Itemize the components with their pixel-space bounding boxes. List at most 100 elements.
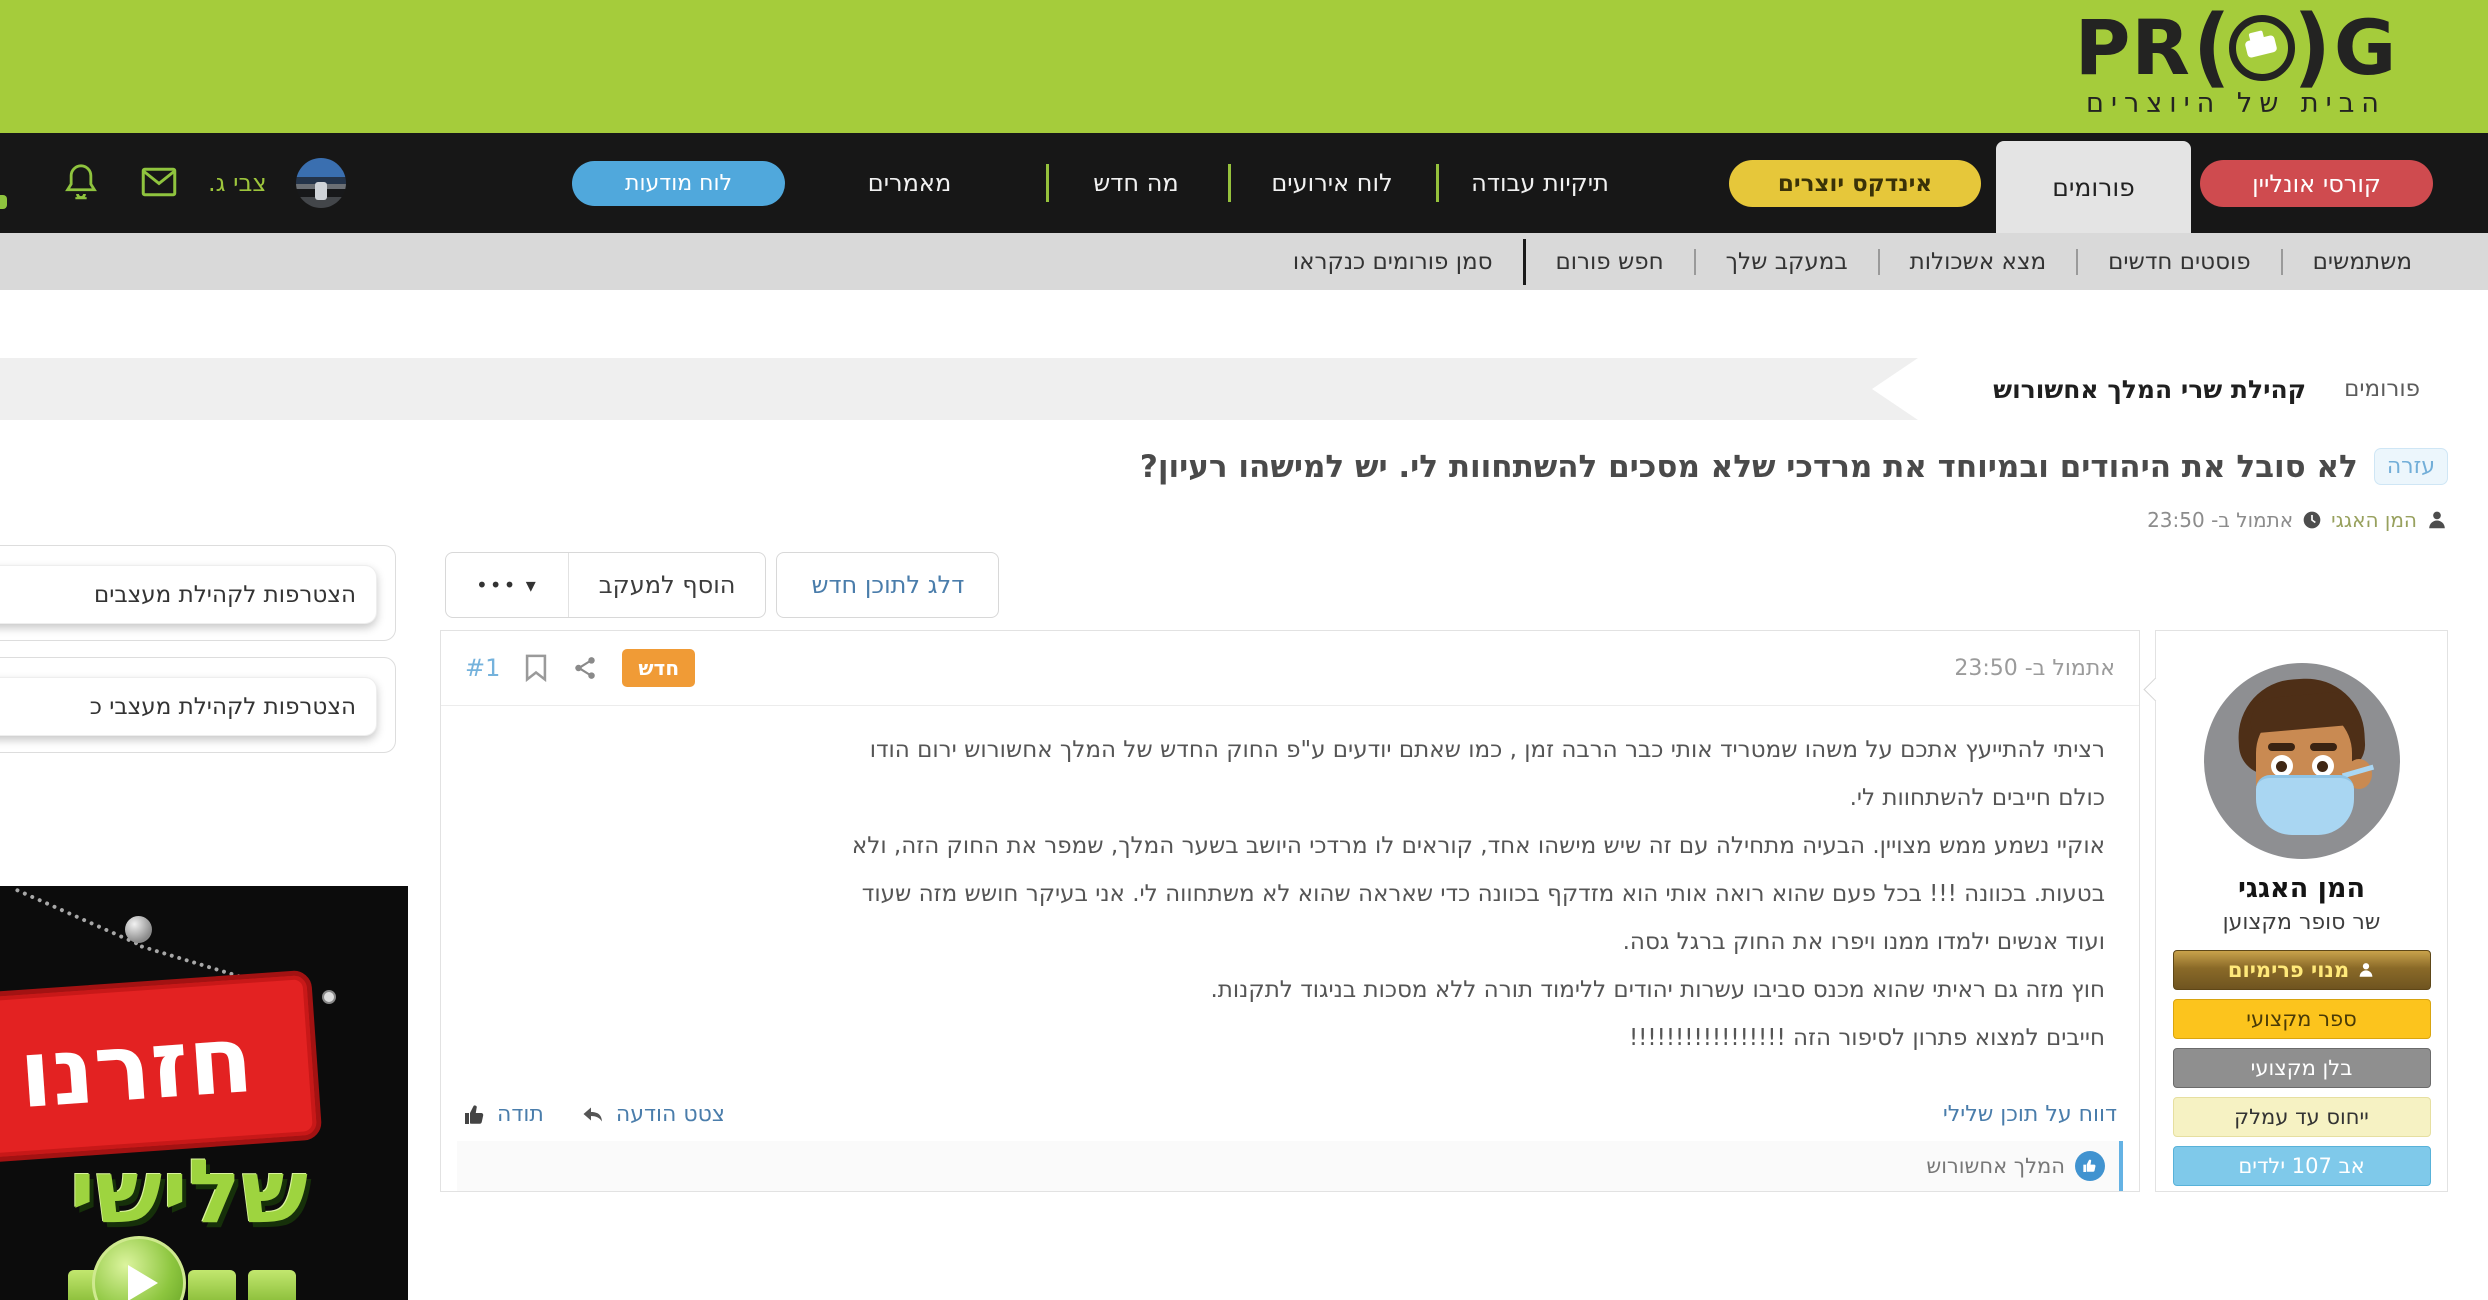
thread-posted-time: אתמול ב- 23:50 xyxy=(2147,508,2293,532)
nav-separator xyxy=(1436,164,1439,202)
subnav-separator xyxy=(2076,249,2078,275)
person-icon xyxy=(2426,509,2448,531)
thread-actions: ••• ▾ הוסף למעקב דלג לתוכן חדש xyxy=(445,552,999,618)
badge-label: ספר מקצועי xyxy=(2246,1007,2356,1031)
post-card: #1 חדש אתמול ב- 23:50 רציתי להתייעץ אתכם… xyxy=(440,630,2140,1192)
bookmark-icon[interactable] xyxy=(524,654,548,682)
nav-bulletin-board-button[interactable]: לוח מודעות xyxy=(572,161,785,206)
join-designers-community-button-2[interactable]: הצטרפות לקהילת מעצבי כ xyxy=(0,677,377,736)
subnav-separator xyxy=(2281,249,2283,275)
prog-logo-wordmark: PR()G xyxy=(2036,8,2436,88)
report-content-link[interactable]: דווח על תוכן שלילי xyxy=(1943,1102,2117,1127)
breadcrumb-forums-link[interactable]: פורומים xyxy=(2344,376,2420,402)
quote-message-link[interactable]: צטט הודעה xyxy=(616,1102,725,1127)
subnav-mark-forums-read[interactable]: סמן פורומים כנקראו xyxy=(1263,249,1523,275)
subnav-new-posts[interactable]: פוסטים חדשים xyxy=(2078,249,2280,275)
badge-father-of-107: אב 107 ילדים xyxy=(2173,1146,2431,1186)
main-navbar: קורסי אונליין פורומים אינדקס יוצרים תיקי… xyxy=(0,133,2488,233)
notifications-bell-icon[interactable] xyxy=(64,163,98,201)
thread-byline: המן האגגי אתמול ב- 23:50 xyxy=(2147,508,2448,532)
author-role: שר סופר מקצוען xyxy=(2223,910,2381,935)
author-panel: המן האגגי שר סופר מקצוען מנוי פרימיום ספ… xyxy=(2155,630,2448,1192)
subnav-separator xyxy=(1694,249,1696,275)
join-designers-community-button[interactable]: הצטרפות לקהילת מעצבים xyxy=(0,565,377,624)
nav-online-courses-button[interactable]: קורסי אונליין xyxy=(2200,160,2433,207)
reaction-bar: המלך אחשורוש xyxy=(457,1141,2123,1191)
messages-icon[interactable] xyxy=(141,167,177,197)
ad-green-word: שלישי xyxy=(69,1140,308,1243)
thread-author-link[interactable]: המן האגגי xyxy=(2331,508,2417,532)
join-community-card: הצטרפות לקהילת מעצבי כ xyxy=(0,657,396,753)
new-post-badge: חדש xyxy=(622,649,695,687)
nav-articles[interactable]: מאמרים xyxy=(852,133,967,233)
site-header: PR()G הבית של היוצרים xyxy=(0,0,2488,133)
chain-ball xyxy=(125,916,152,943)
dots-icon: ••• xyxy=(476,573,517,597)
author-name[interactable]: המן האגגי xyxy=(2238,873,2365,904)
ad-cut-text xyxy=(248,1270,296,1300)
post-body-text: רציתי להתייעץ אתכם על משהו שמטריד אותי כ… xyxy=(441,706,2139,1102)
badge-label: אב 107 ילדים xyxy=(2238,1154,2364,1178)
badge-label: ייחוס עד עמלק xyxy=(2234,1105,2369,1129)
badge-label: בלן מקצועי xyxy=(2251,1056,2353,1080)
ad-banner-video[interactable]: חזרנו שלישי xyxy=(0,886,408,1300)
quote-reply-icon[interactable] xyxy=(580,1103,606,1127)
subnav-separator-strong xyxy=(1523,239,1526,285)
share-icon[interactable] xyxy=(572,655,598,681)
help-tag-badge[interactable]: עזרה xyxy=(2374,448,2448,485)
skip-to-new-content-button[interactable]: דלג לתוכן חדש xyxy=(776,552,999,618)
thumbs-up-icon[interactable] xyxy=(463,1103,487,1127)
forum-page: { "header": { "logo_pr": "PR", "logo_g":… xyxy=(0,0,2488,1300)
logo-tagline: הבית של היוצרים xyxy=(2036,88,2436,119)
like-reaction-icon[interactable] xyxy=(2075,1151,2105,1181)
subnav-members[interactable]: משתמשים xyxy=(2283,249,2442,275)
badge-premium-member: מנוי פרימיום xyxy=(2173,950,2431,990)
subnav-separator xyxy=(1878,249,1880,275)
post-time: אתמול ב- 23:50 xyxy=(1954,656,2115,681)
nav-whats-new[interactable]: מה חדש xyxy=(1076,133,1196,233)
more-options-button[interactable]: ••• ▾ xyxy=(446,553,568,617)
subnav-your-follows[interactable]: במעקב שלך xyxy=(1696,249,1878,275)
post-footer: דווח על תוכן שלילי תודה צטט הודעה xyxy=(441,1102,2139,1127)
badge-label: מנוי פרימיום xyxy=(2228,958,2349,982)
nav-tab-forums-active[interactable]: פורומים xyxy=(1996,141,2191,233)
nav-separator xyxy=(1228,164,1231,202)
member-icon xyxy=(2357,961,2375,979)
author-avatar-masked-man[interactable] xyxy=(2204,663,2400,859)
piano-key-icon xyxy=(2229,15,2295,81)
chain-icon xyxy=(15,888,139,946)
nav-creators-index-button[interactable]: אינדקס יוצרים xyxy=(1729,160,1981,207)
post-header: #1 חדש אתמול ב- 23:50 xyxy=(441,631,2139,706)
nav-work-folders[interactable]: תיקיות עבודה xyxy=(1460,133,1620,233)
edge-cut-icon xyxy=(0,195,7,209)
follow-thread-button[interactable]: הוסף למעקב xyxy=(568,553,766,617)
post-number-link[interactable]: #1 xyxy=(465,654,500,682)
ad-cut-text xyxy=(188,1270,236,1300)
join-community-card: הצטרפות לקהילת מעצבים xyxy=(0,545,396,641)
thread-title: לא סובל את היהודים ובמיוחד את מרדכי שלא … xyxy=(1140,449,2358,485)
post-footer-actions: תודה צטט הודעה xyxy=(463,1102,725,1127)
play-button-icon[interactable] xyxy=(92,1236,186,1300)
logo-text-pr: PR xyxy=(2075,8,2191,88)
ad-hanging-sign: חזרנו xyxy=(0,970,322,1165)
thread-actions-group: ••• ▾ הוסף למעקב xyxy=(445,552,766,618)
thanks-link[interactable]: תודה xyxy=(497,1102,544,1127)
forum-toolbar: משתמשים פוסטים חדשים מצא אשכולות במעקב ש… xyxy=(0,233,2488,290)
logo-paren-close: ) xyxy=(2293,6,2331,90)
breadcrumb: פורומים קהילת שרי המלך אחשורוש xyxy=(1872,358,2448,420)
sign-screw xyxy=(322,990,336,1004)
prog-logo[interactable]: PR()G הבית של היוצרים xyxy=(2036,8,2436,119)
thread-title-row: עזרה לא סובל את היהודים ובמיוחד את מרדכי… xyxy=(1140,448,2448,485)
nav-separator xyxy=(1046,164,1049,202)
logo-text-g: G xyxy=(2334,8,2397,88)
author-badges: מנוי פרימיום ספר מקצועי בלן מקצועי ייחוס… xyxy=(2173,950,2431,1186)
caret-down-icon: ▾ xyxy=(526,573,538,597)
nav-events-board[interactable]: לוח אירועים xyxy=(1252,133,1412,233)
user-avatar[interactable] xyxy=(296,158,346,208)
subnav-find-threads[interactable]: מצא אשכולות xyxy=(1880,249,2077,275)
breadcrumb-current-forum[interactable]: קהילת שרי המלך אחשורוש xyxy=(1993,375,2306,404)
subnav-search-forum[interactable]: חפש פורום xyxy=(1526,249,1694,275)
reaction-user-link[interactable]: המלך אחשורוש xyxy=(1926,1154,2065,1178)
user-menu[interactable]: צבי ג. xyxy=(208,133,267,233)
badge-professional-attendant: בלן מקצועי xyxy=(2173,1048,2431,1088)
